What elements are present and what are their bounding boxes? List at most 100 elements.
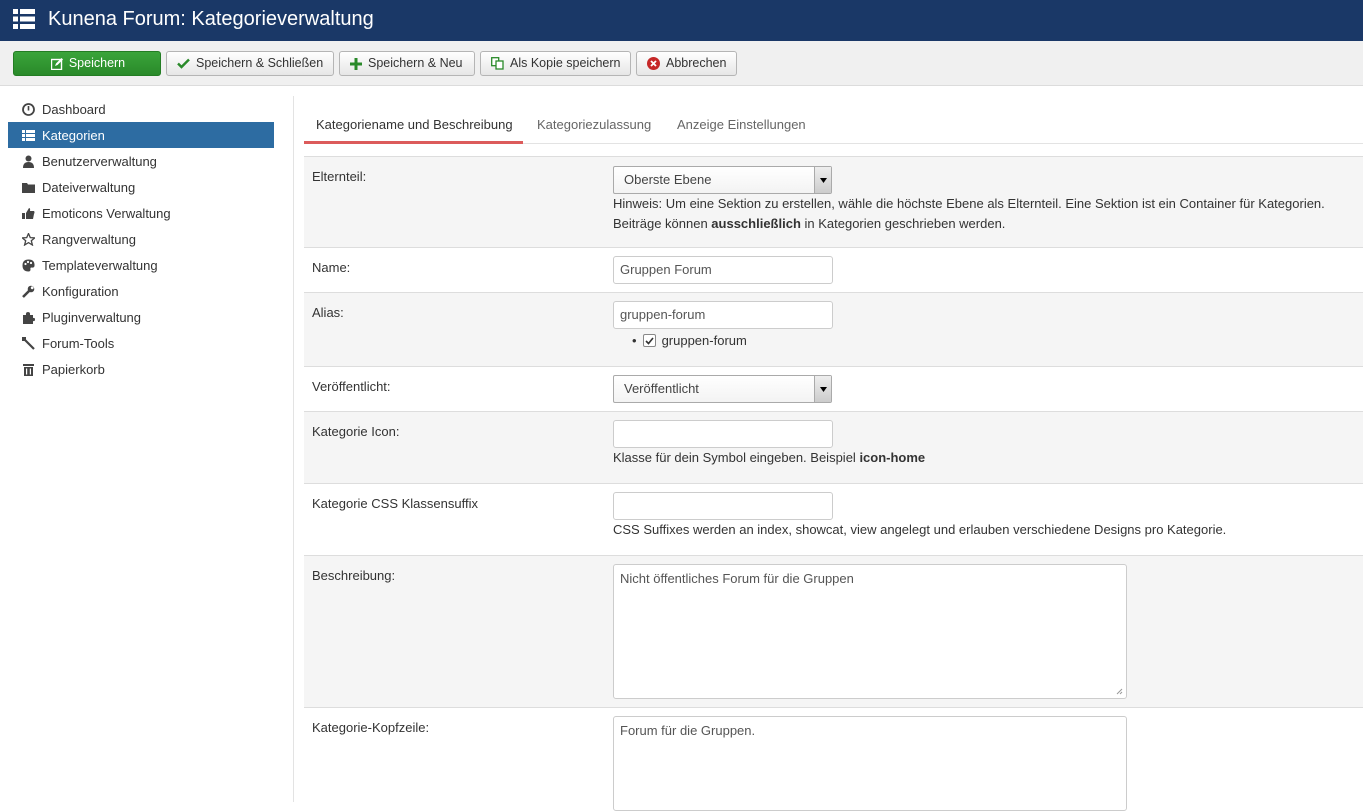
header-desc-textarea[interactable]: Forum für die Gruppen. xyxy=(613,716,1127,811)
name-input[interactable]: Gruppen Forum xyxy=(613,256,833,284)
list-icon xyxy=(13,9,35,29)
sidebar-item-dateiverwaltung[interactable]: Dateiverwaltung xyxy=(8,174,274,200)
chevron-down-icon xyxy=(814,376,831,402)
alias-input[interactable]: gruppen-forum xyxy=(613,301,833,329)
sidebar-item-label: Dateiverwaltung xyxy=(42,179,136,195)
tool-icon xyxy=(22,336,35,350)
sidebar-item-label: Templateverwaltung xyxy=(42,257,158,273)
edit-icon xyxy=(50,57,63,70)
sidebar-item-label: Rangverwaltung xyxy=(42,231,136,247)
parent-label: Elternteil: xyxy=(312,169,367,184)
trash-icon xyxy=(23,363,34,376)
save-new-button[interactable]: Speichern & Neu xyxy=(339,51,475,76)
form-row-alias: Alias: gruppen-forum • gruppen-forum xyxy=(304,292,1363,366)
sidebar-divider xyxy=(293,96,294,802)
parent-hint-line-2: Beiträge können ausschließlich in Katego… xyxy=(613,216,1006,231)
tab-permissions[interactable]: Kategoriezulassung xyxy=(525,96,663,144)
form-row-name: Name: Gruppen Forum xyxy=(304,247,1363,292)
sidebar-item-label: Papierkorb xyxy=(42,361,105,377)
save-close-button[interactable]: Speichern & Schließen xyxy=(166,51,334,76)
description-text: Nicht öffentliches Forum für die Gruppen xyxy=(620,571,854,586)
wrench-icon xyxy=(22,285,35,298)
resize-grip-icon[interactable] xyxy=(1115,687,1123,695)
name-label: Name: xyxy=(312,260,351,275)
page-title: Kunena Forum: Kategorieverwaltung xyxy=(48,8,374,30)
sidebar-item-label: Benutzerverwaltung xyxy=(42,153,157,169)
header-desc-text: Forum für die Gruppen. xyxy=(620,723,756,738)
icon-hint: Klasse für dein Symbol eingeben. Beispie… xyxy=(613,450,926,465)
sidebar-item-kategorien[interactable]: Kategorien xyxy=(8,122,274,148)
save-button[interactable]: Speichern xyxy=(13,51,161,76)
form-row-parent: Elternteil: Oberste Ebene Hinweis: Um ei… xyxy=(304,156,1363,247)
sidebar-item-papierkorb[interactable]: Papierkorb xyxy=(8,356,274,382)
css-suffix-label: Kategorie CSS Klassensuffix xyxy=(312,496,478,511)
puzzle-icon xyxy=(23,311,35,324)
published-select[interactable]: Veröffentlicht xyxy=(613,375,832,403)
sidebar-item-forum-tools[interactable]: Forum-Tools xyxy=(8,330,274,356)
sidebar-item-dashboard[interactable]: Dashboard xyxy=(8,96,274,122)
list-icon xyxy=(22,129,35,141)
css-suffix-input[interactable] xyxy=(613,492,833,520)
alias-label: Alias: xyxy=(312,305,344,320)
star-icon xyxy=(22,232,35,246)
icon-input[interactable] xyxy=(613,420,833,448)
header-desc-label: Kategorie-Kopfzeile: xyxy=(312,720,430,735)
sidebar-item-label: Konfiguration xyxy=(42,283,119,299)
parent-hint: Hinweis: Um eine Sektion zu erstellen, w… xyxy=(613,194,1353,234)
css-suffix-hint: CSS Suffixes werden an index, showcat, v… xyxy=(613,522,1227,537)
parent-select[interactable]: Oberste Ebene xyxy=(613,166,832,194)
toolbar: Speichern Speichern & Schließen Speicher… xyxy=(0,41,1363,86)
form-row-published: Veröffentlicht: Veröffentlicht xyxy=(304,366,1363,411)
sidebar-item-label: Emoticons Verwaltung xyxy=(42,205,171,221)
parent-select-value: Oberste Ebene xyxy=(624,172,712,187)
tab-display-settings[interactable]: Anzeige Einstellungen xyxy=(665,96,818,144)
cancel-button[interactable]: Abbrechen xyxy=(636,51,737,76)
plus-icon xyxy=(350,57,362,70)
description-label: Beschreibung: xyxy=(312,568,396,583)
tab-name-description[interactable]: Kategoriename und Beschreibung xyxy=(304,96,523,144)
chevron-down-icon xyxy=(814,167,831,193)
dashboard-icon xyxy=(22,102,35,116)
form-row-css-suffix: Kategorie CSS Klassensuffix CSS Suffixes… xyxy=(304,483,1363,555)
save-copy-label: Als Kopie speichern xyxy=(510,56,621,70)
sidebar-item-label: Dashboard xyxy=(42,101,106,117)
main-content: Kategoriename und Beschreibung Kategorie… xyxy=(304,96,1363,811)
parent-hint-line-1: Hinweis: Um eine Sektion zu erstellen, w… xyxy=(613,196,1325,211)
copy-icon xyxy=(491,57,504,70)
form-row-description: Beschreibung: Nicht öffentliches Forum f… xyxy=(304,555,1363,707)
save-close-label: Speichern & Schließen xyxy=(196,56,324,70)
published-label: Veröffentlicht: xyxy=(312,379,391,394)
form-row-icon: Kategorie Icon: Klasse für dein Symbol e… xyxy=(304,411,1363,483)
sidebar-item-label: Pluginverwaltung xyxy=(42,309,142,325)
cancel-icon xyxy=(647,57,660,70)
sidebar-item-emoticons[interactable]: Emoticons Verwaltung xyxy=(8,200,274,226)
folder-icon xyxy=(22,182,35,193)
save-copy-button[interactable]: Als Kopie speichern xyxy=(480,51,631,76)
save-new-label: Speichern & Neu xyxy=(368,56,463,70)
tab-bar: Kategoriename und Beschreibung Kategorie… xyxy=(304,96,1363,144)
check-icon xyxy=(644,336,654,345)
alias-option: • gruppen-forum xyxy=(632,333,747,348)
alias-checkbox[interactable] xyxy=(642,334,656,347)
sidebar-item-label: Forum-Tools xyxy=(42,335,115,351)
form-row-header-desc: Kategorie-Kopfzeile: Forum für die Grupp… xyxy=(304,707,1363,811)
save-label: Speichern xyxy=(68,56,126,70)
sidebar: Dashboard Kategorien Benutzerverwaltung … xyxy=(8,96,274,382)
bullet: • xyxy=(632,333,637,348)
thumbs-up-icon xyxy=(22,207,35,219)
check-icon xyxy=(177,58,190,69)
published-select-value: Veröffentlicht xyxy=(624,381,699,396)
description-textarea[interactable]: Nicht öffentliches Forum für die Gruppen xyxy=(613,564,1127,699)
sidebar-item-rangverwaltung[interactable]: Rangverwaltung xyxy=(8,226,274,252)
sidebar-item-benutzerverwaltung[interactable]: Benutzerverwaltung xyxy=(8,148,274,174)
sidebar-item-konfiguration[interactable]: Konfiguration xyxy=(8,278,274,304)
sidebar-item-pluginverwaltung[interactable]: Pluginverwaltung xyxy=(8,304,274,330)
sidebar-item-label: Kategorien xyxy=(42,127,105,143)
alias-option-label: gruppen-forum xyxy=(661,333,747,348)
sidebar-item-templateverwaltung[interactable]: Templateverwaltung xyxy=(8,252,274,278)
app-header: Kunena Forum: Kategorieverwaltung xyxy=(0,0,1363,41)
palette-icon xyxy=(22,259,35,271)
icon-label: Kategorie Icon: xyxy=(312,424,400,439)
cancel-label: Abbrechen xyxy=(666,56,727,70)
user-icon xyxy=(23,155,34,168)
